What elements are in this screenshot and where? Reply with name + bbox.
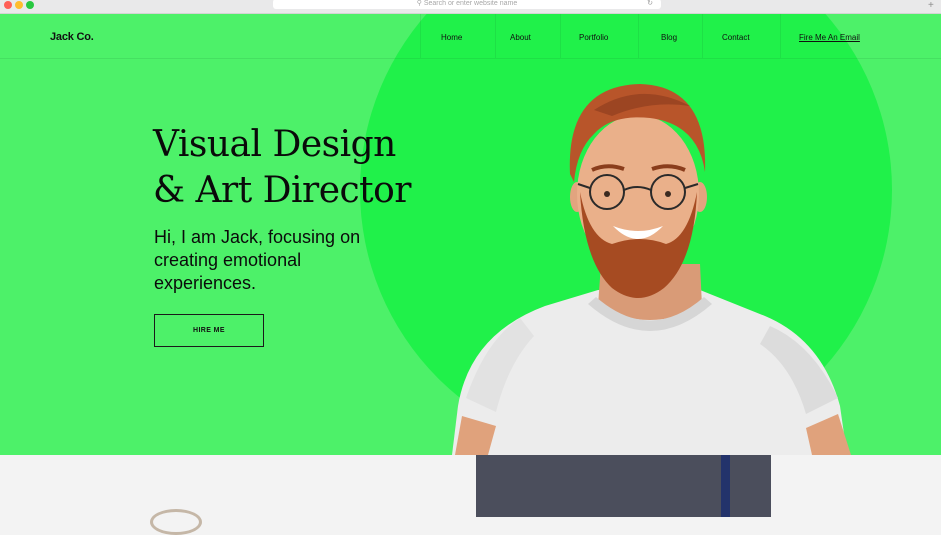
subtitle-line: Hi, I am Jack, focusing on	[154, 227, 361, 247]
notebook-band	[721, 455, 730, 517]
nav-contact[interactable]: Contact	[722, 33, 750, 42]
notebook-image	[476, 455, 771, 517]
browser-toolbar: ⚲ Search or enter website name ↻ +	[0, 0, 941, 14]
hire-me-button[interactable]: HIRE ME	[154, 314, 264, 347]
address-placeholder: Search or enter website name	[423, 0, 518, 7]
hero-section: Jack Co. Home About Portfolio Blog Conta…	[0, 14, 941, 455]
zoom-window-button[interactable]	[26, 1, 34, 9]
minimize-window-button[interactable]	[15, 1, 23, 9]
subtitle-line: experiences.	[154, 273, 257, 293]
hero-subtitle: Hi, I am Jack, focusing on creating emot…	[154, 226, 360, 295]
nav-home[interactable]: Home	[441, 33, 462, 42]
nav-email-link[interactable]: Fire Me An Email	[799, 33, 860, 42]
nav-about[interactable]: About	[510, 33, 531, 42]
subtitle-line: creating emotional	[154, 250, 302, 270]
plus-icon[interactable]: +	[928, 0, 934, 12]
close-window-button[interactable]	[4, 1, 12, 9]
search-icon: ⚲	[416, 0, 424, 7]
next-section	[0, 455, 941, 535]
reload-icon[interactable]: ↻	[647, 0, 653, 8]
hero-headline: Visual Design & Art Director	[153, 122, 412, 214]
nav-portfolio[interactable]: Portfolio	[579, 33, 608, 42]
nav-blog[interactable]: Blog	[661, 33, 677, 42]
headline-line: & Art Director	[153, 170, 412, 211]
portrait-photo	[452, 84, 851, 455]
coffee-cup-image	[150, 509, 202, 535]
site-logo[interactable]: Jack Co.	[50, 31, 94, 43]
address-bar[interactable]: ⚲ Search or enter website name ↻	[273, 0, 661, 9]
headline-line: Visual Design	[153, 124, 396, 165]
